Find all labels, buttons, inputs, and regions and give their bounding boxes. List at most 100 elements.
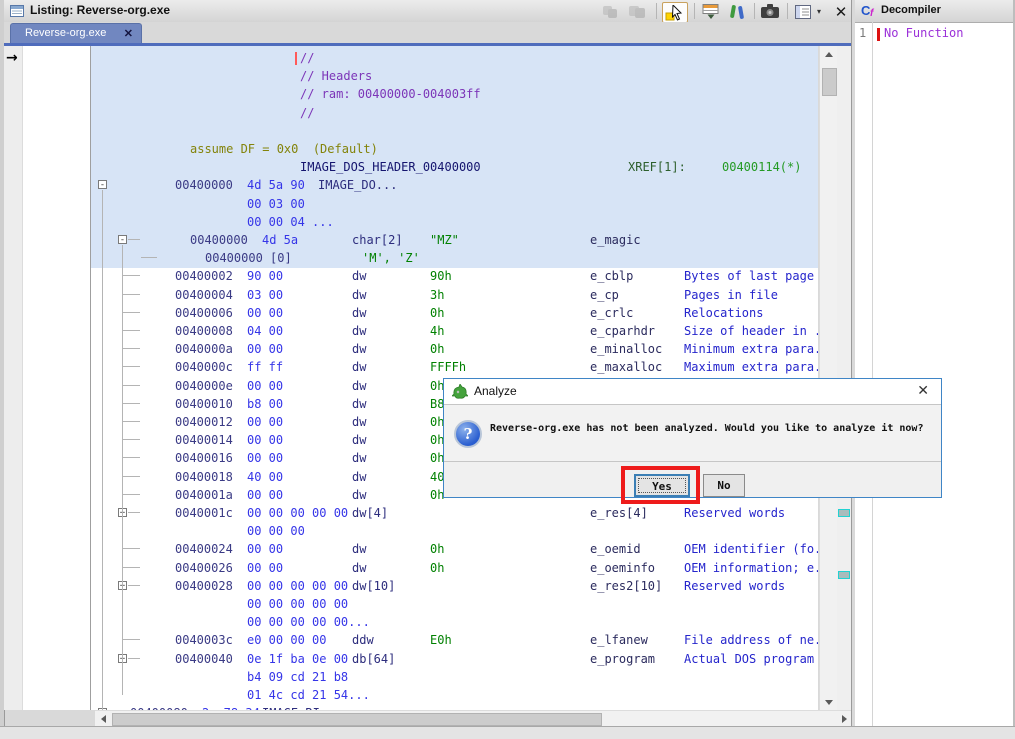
xref-header[interactable]: XREF[1]:: [628, 158, 686, 176]
operand[interactable]: 0h: [430, 559, 444, 577]
bytes[interactable]: 03 00: [247, 286, 283, 304]
bytes[interactable]: 90 00: [247, 267, 283, 285]
eol-comment[interactable]: Pages in file: [684, 286, 778, 304]
vertical-scroll-thumb[interactable]: [822, 68, 837, 96]
listing-row[interactable]: 0040001c00 00 00 00 00dw[4]e_res[4]Reser…: [91, 504, 818, 522]
address[interactable]: 0040000a: [175, 340, 233, 358]
field-name[interactable]: e_res2[10]: [590, 577, 662, 595]
listing-row[interactable]: 00 00 00: [91, 522, 818, 540]
plate-comment[interactable]: //: [300, 49, 314, 67]
mnemonic[interactable]: dw[4]: [352, 504, 388, 522]
bytes[interactable]: 00 00: [247, 486, 283, 504]
listing-row[interactable]: // Headers: [91, 67, 818, 85]
eol-comment[interactable]: Relocations: [684, 304, 763, 322]
mnemonic[interactable]: char[2]: [352, 231, 403, 249]
eol-comment[interactable]: Maximum extra para.: [684, 358, 818, 376]
listing-row[interactable]: 01 4c cd 21 54...: [91, 686, 818, 704]
mnemonic[interactable]: dw: [352, 540, 366, 558]
listing-row[interactable]: 0040002400 00dw0he_oemidOEM identifier (…: [91, 540, 818, 558]
eol-comment[interactable]: Reserved words: [684, 504, 785, 522]
bytes[interactable]: 00 00: [247, 559, 283, 577]
copy-icon[interactable]: [600, 2, 620, 21]
sidebar-list-icon[interactable]: [793, 2, 813, 21]
mnemonic[interactable]: db[64]: [352, 650, 395, 668]
scroll-down-icon[interactable]: [820, 694, 837, 710]
field-name[interactable]: e_cparhdr: [590, 322, 655, 340]
operand[interactable]: "MZ": [430, 231, 459, 249]
operand[interactable]: 'M', 'Z': [362, 249, 420, 267]
close-icon[interactable]: ✕: [832, 2, 850, 21]
listing-row[interactable]: 0040000cff ffdwFFFFhe_maxallocMaximum ex…: [91, 358, 818, 376]
address[interactable]: 0040000c: [175, 358, 233, 376]
cursor-select-icon[interactable]: [662, 2, 688, 23]
listing-row[interactable]: // ram: 00400000-004003ff: [91, 85, 818, 103]
bytes-continuation[interactable]: 01 4c cd 21 54...: [247, 686, 370, 704]
address[interactable]: 00400006: [175, 304, 233, 322]
paste-icon[interactable]: [626, 2, 648, 21]
field-name[interactable]: e_maxalloc: [590, 358, 662, 376]
snapshot-icon[interactable]: [759, 2, 781, 21]
operand[interactable]: 3h: [430, 286, 444, 304]
dialog-close-icon[interactable]: ✕: [917, 383, 929, 399]
listing-row[interactable]: 004000004d 5a 90IMAGE_DO...-: [91, 176, 818, 194]
horizontal-scrollbar[interactable]: [95, 710, 852, 727]
address[interactable]: 00400004: [175, 286, 233, 304]
listing-row[interactable]: 0040000a00 00dw0he_minallocMinimum extra…: [91, 340, 818, 358]
operand[interactable]: 90h: [430, 267, 452, 285]
eol-comment[interactable]: Bytes of last page: [684, 267, 814, 285]
horizontal-scroll-thumb[interactable]: [112, 713, 602, 726]
mnemonic[interactable]: dw: [352, 267, 366, 285]
bytes[interactable]: ff ff: [247, 358, 283, 376]
mnemonic[interactable]: dw: [352, 286, 366, 304]
no-button[interactable]: No: [703, 474, 745, 497]
field-name[interactable]: e_program: [590, 650, 655, 668]
mnemonic[interactable]: dw: [352, 449, 366, 467]
address[interactable]: 00400040: [175, 650, 233, 668]
plate-comment[interactable]: // Headers: [300, 67, 372, 85]
address[interactable]: 0040001c: [175, 504, 233, 522]
insert-table-icon[interactable]: [700, 2, 722, 21]
listing-row[interactable]: [91, 122, 818, 140]
address[interactable]: 00400014: [175, 431, 233, 449]
mnemonic[interactable]: dw: [352, 431, 366, 449]
bytes[interactable]: e0 00 00 00: [247, 631, 326, 649]
bookmark-marker[interactable]: [838, 509, 850, 517]
bytes[interactable]: 00 00: [247, 413, 283, 431]
field-name[interactable]: e_lfanew: [590, 631, 648, 649]
address[interactable]: 00400028: [175, 577, 233, 595]
eol-comment[interactable]: Actual DOS program: [684, 650, 814, 668]
listing-row[interactable]: 0040000290 00dw90he_cblpBytes of last pa…: [91, 267, 818, 285]
field-name[interactable]: e_crlc: [590, 304, 633, 322]
listing-row[interactable]: 0040000600 00dw0he_crlcRelocations: [91, 304, 818, 322]
bytes[interactable]: b8 00: [247, 395, 283, 413]
field-name[interactable]: e_cp: [590, 286, 619, 304]
address[interactable]: 00400016: [175, 449, 233, 467]
tree-collapse-toggle[interactable]: -: [118, 235, 127, 244]
address[interactable]: 00400000: [190, 231, 248, 249]
bytes[interactable]: 40 00: [247, 468, 283, 486]
address[interactable]: 00400008: [175, 322, 233, 340]
bytes[interactable]: 00 00 00 00 00: [247, 504, 348, 522]
listing-row[interactable]: 004000004d 5achar[2]"MZ"e_magic-: [91, 231, 818, 249]
address[interactable]: 00400002: [175, 267, 233, 285]
xref-address[interactable]: 00400114(*): [722, 158, 801, 176]
operand[interactable]: 0h: [430, 340, 444, 358]
address[interactable]: 00400000: [175, 176, 233, 194]
mnemonic[interactable]: IMAGE_DO...: [318, 176, 397, 194]
address[interactable]: 00400012: [175, 413, 233, 431]
bytes[interactable]: 00 00: [247, 431, 283, 449]
plate-comment[interactable]: // ram: 00400000-004003ff: [300, 85, 481, 103]
scroll-right-icon[interactable]: [836, 711, 852, 726]
eol-comment[interactable]: Reserved words: [684, 577, 785, 595]
bytes-continuation[interactable]: 00 00 00 00 00...: [247, 613, 370, 631]
field-name[interactable]: e_minalloc: [590, 340, 662, 358]
mnemonic[interactable]: dw: [352, 395, 366, 413]
bytes[interactable]: 00 00: [247, 449, 283, 467]
bookmark-marker[interactable]: [838, 571, 850, 579]
field-name[interactable]: e_oeminfo: [590, 559, 655, 577]
mnemonic[interactable]: dw: [352, 304, 366, 322]
bytes-continuation[interactable]: b4 09 cd 21 b8: [247, 668, 348, 686]
operand[interactable]: 0h: [430, 304, 444, 322]
eol-comment[interactable]: Minimum extra para.: [684, 340, 818, 358]
address[interactable]: 00400010: [175, 395, 233, 413]
